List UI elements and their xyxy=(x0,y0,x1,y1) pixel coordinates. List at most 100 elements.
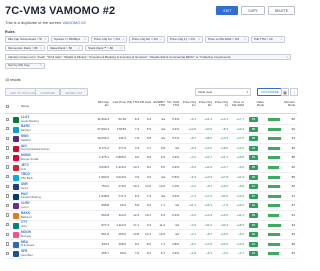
close-icon[interactable]: × xyxy=(279,37,282,42)
filter-chip[interactable]: Price Chg 1m > 0% × xyxy=(91,36,127,43)
cell-c1m: +12.8 xyxy=(188,126,196,131)
table-row[interactable]: CURY Currys 698.8 63.6 5.8 9.6 7.1 n/a +11.1 +26.… xyxy=(5,201,297,211)
results-table: LLOY Lloyds Banking 32,259.4 52.36 8.3 6.4 n/a… xyxy=(5,115,297,259)
table-row[interactable]: VTY Vistry 577.3 1,114.0 17.1 9.4 11.2 n/a +4.9 +… xyxy=(5,221,297,231)
select-all-checkbox[interactable] xyxy=(6,105,10,109)
close-icon[interactable]: × xyxy=(43,37,46,42)
chevron-down-icon: ▾ xyxy=(246,90,248,94)
close-icon[interactable]: × xyxy=(83,37,86,42)
column-header[interactable]: EV/EBIT TTM xyxy=(150,100,165,108)
row-checkbox[interactable] xyxy=(6,117,10,121)
close-icon[interactable]: × xyxy=(159,37,162,42)
row-checkbox[interactable] xyxy=(6,184,10,189)
company-name: Currys xyxy=(21,205,29,209)
edit-button[interactable]: EDIT xyxy=(216,6,239,15)
close-icon[interactable]: × xyxy=(121,37,124,42)
table-row[interactable]: BAKK Bakkavor 664.8 114.0 12.4 10.1 9.4 6.3% +3.… xyxy=(5,211,297,221)
cell-cap: 27,934.4 xyxy=(97,126,109,131)
filter-chip[interactable]: Price vs MA 200d > 0% × xyxy=(205,36,249,43)
column-header[interactable]: Price vs MA 200d xyxy=(229,100,244,108)
cell-c1y: +7.9 xyxy=(222,203,228,208)
table-row[interactable]: MOON Moonpig 561.8 163.0 14.8 12.3 12.6 n/a +2.1… xyxy=(5,230,297,240)
table-row[interactable]: TBCG TBC Bank 1,694.6 3,010.0 3.9 3.6 n/a 5.8% +… xyxy=(5,173,297,183)
filter-chip[interactable]: Price Chg 6m > 0% × xyxy=(129,36,165,43)
column-header[interactable]: Price Chg 1y xyxy=(213,100,228,108)
cell-price: 771.5 xyxy=(118,193,126,198)
row-checkbox[interactable] xyxy=(6,194,10,198)
close-icon[interactable]: × xyxy=(243,37,246,42)
row-checkbox[interactable] xyxy=(6,251,10,256)
duplicate-notice-text: This is a duplicate of the screen xyxy=(5,20,63,25)
close-icon[interactable]: × xyxy=(119,46,122,51)
filter-chip-label: P/E TTM < 20 xyxy=(254,36,273,41)
company-logo xyxy=(13,174,19,181)
column-header[interactable]: Price Chg 6m xyxy=(197,100,212,108)
momentum-rank-bar xyxy=(268,137,282,141)
row-checkbox[interactable] xyxy=(6,213,10,217)
column-header[interactable]: P/E Fwd xyxy=(136,100,151,104)
cell-cap: 32,259.4 xyxy=(97,117,109,121)
share-list-button[interactable]: SHARE LIST xyxy=(60,88,88,96)
column-header[interactable]: Value Rank xyxy=(249,100,264,108)
filter-chip[interactable]: Price Chg 1y > 0% × xyxy=(167,36,203,43)
filter-chip[interactable]: P/E TTM < 20 × xyxy=(251,36,285,43)
row-checkbox[interactable] xyxy=(6,146,10,150)
value-rank-badge: 89 xyxy=(249,212,258,218)
row-checkbox[interactable] xyxy=(6,127,10,131)
view-select[interactable]: Table view ▾ xyxy=(195,88,251,96)
column-header[interactable]: Moment Rank xyxy=(280,100,295,108)
table-row[interactable]: NWG NatWest 26,631.2 311.0 7.8 6.8 n/a 5.1% +8.7… xyxy=(5,134,297,144)
compare-button[interactable]: COMPARE xyxy=(35,88,60,96)
momentum-rank-value: 81 xyxy=(291,251,295,256)
row-checkbox[interactable] xyxy=(6,242,10,246)
row-checkbox[interactable] xyxy=(6,232,10,237)
filter-row: Momentum Rank > 80 × Value Rank > 80 × Stock… xyxy=(5,44,297,52)
source-screen-link[interactable]: VAMOMO #2 xyxy=(62,20,86,25)
table-row[interactable]: MEA M.E.Assets 340.3 198.0 9.2 8.6 7.4 2.8% +6.2… xyxy=(5,240,297,250)
table-row[interactable]: MGNS Morgan Sindall 1,375.1 2,895.0 9.6 9.8 6.… xyxy=(5,153,297,163)
row-checkbox[interactable] xyxy=(6,203,10,208)
row-checkbox[interactable] xyxy=(6,136,10,141)
company-name: Jet2 xyxy=(21,167,26,171)
close-icon[interactable]: × xyxy=(39,46,42,51)
download-icon[interactable]: ↓ xyxy=(290,88,298,96)
close-icon[interactable]: × xyxy=(39,64,42,69)
filter-chips: Mkt Cap Screenmets > 50m × Spread <= 5000b… xyxy=(5,36,297,72)
column-header[interactable]: Div Yield TTM xyxy=(164,100,179,108)
filter-chip[interactable]: Stock Rank™ > 80 × xyxy=(85,44,125,52)
filter-chip[interactable]: Momentum Rank > 80 × xyxy=(5,44,45,52)
grid-icon[interactable]: ▦ xyxy=(281,88,289,96)
customise-button[interactable]: CUSTOMISE xyxy=(257,88,283,96)
column-header[interactable]: Name xyxy=(21,104,29,108)
cell-cap: 754.6 xyxy=(101,184,109,189)
company-logo xyxy=(13,241,19,248)
filter-chip[interactable]: Spread <= 5000bps × xyxy=(51,36,89,43)
table-row[interactable]: LLOY Lloyds Banking 32,259.4 52.36 8.3 6.4 n/a… xyxy=(5,115,297,125)
filter-chip[interactable]: Value Rank > 80 × xyxy=(47,44,83,52)
column-header[interactable]: Mkt Cap £m xyxy=(94,100,109,108)
filter-chip-label: Price Chg 6m > 0% xyxy=(132,36,158,41)
table-row[interactable]: IAG Intl Consolidated Airlines 8,771.2 177.… xyxy=(5,144,297,154)
column-header[interactable]: Price Chg 1m xyxy=(181,100,196,108)
close-icon[interactable]: × xyxy=(77,46,80,51)
filter-chip[interactable]: Sort by Mkt Cap × xyxy=(5,62,45,70)
table-row[interactable]: SFR Severfield 255.7 83.0 7.9 8.2 6.1 4.3% +1.8 +… xyxy=(5,249,297,259)
close-icon[interactable]: × xyxy=(197,37,200,42)
row-checkbox[interactable] xyxy=(6,155,10,160)
close-icon[interactable]: × xyxy=(285,55,288,60)
row-checkbox[interactable] xyxy=(6,175,10,179)
copy-button[interactable]: COPY xyxy=(241,6,265,15)
cell-c1y: +13.1 xyxy=(220,117,228,121)
cell-cap: 698.8 xyxy=(101,203,109,208)
table-row[interactable]: BARC Barclays 27,934.4 178.84 7.3 5.9 n/a 4.4% +… xyxy=(5,125,297,135)
company-name: NatWest xyxy=(21,138,31,142)
delete-button[interactable]: DELETE xyxy=(267,6,295,15)
filter-chip[interactable]: Mkt Cap Screenmets > 50m × xyxy=(5,36,49,43)
cell-pe: 4.3 xyxy=(134,145,139,150)
row-checkbox[interactable] xyxy=(6,223,10,227)
table-row[interactable]: JET2 Jet2 3,039.5 1,415.0 10.1 8.2 6.5 0.9% +5.2… xyxy=(5,163,297,173)
table-row[interactable]: SNR Senior 754.6 179.0 19.1 14.6 13.6 1.0% +4.2 +… xyxy=(5,182,297,192)
table-row[interactable]: PAG Paragon Banking 1,648.9 771.5 8.3 7.9 n/a 4… xyxy=(5,192,297,202)
filter-chip[interactable]: Industry Group not in "Coal", "Oil & Gas… xyxy=(5,53,291,61)
row-checkbox[interactable] xyxy=(6,165,10,169)
